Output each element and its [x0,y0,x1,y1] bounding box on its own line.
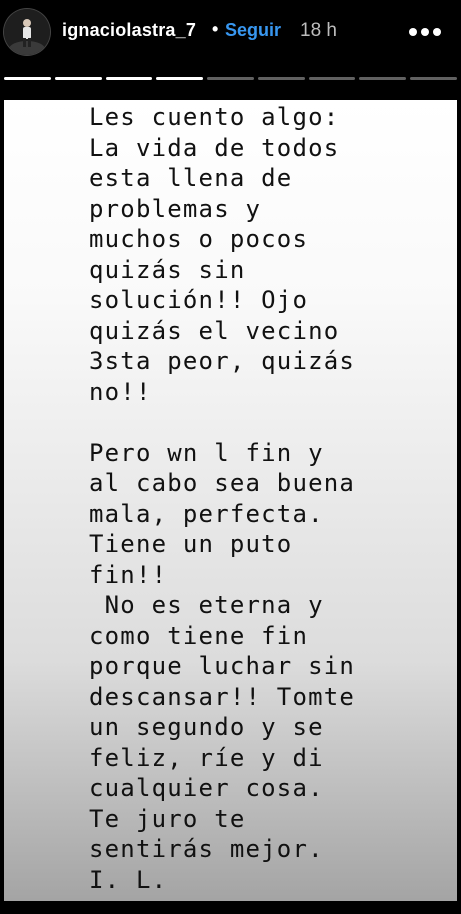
profile-photo-icon [4,9,50,55]
story-content[interactable]: Les cuento algo: La vida de todos esta l… [4,100,457,901]
follow-button[interactable]: Seguir [225,20,281,41]
timestamp: 18 h [300,20,337,41]
progress-segment [410,77,458,80]
story-progress-bar [4,77,458,81]
avatar[interactable] [4,9,50,55]
username[interactable]: ignaciolastra_7 [62,20,196,41]
progress-segment [105,77,153,80]
progress-segment [207,77,254,80]
progress-segment [4,77,51,80]
progress-segment [308,77,356,80]
more-horizontal-icon [409,28,441,36]
progress-segment [359,77,407,80]
more-options-button[interactable] [405,18,445,46]
progress-segment [54,77,102,80]
story-text: Les cuento algo: La vida de todos esta l… [89,103,356,894]
separator-dot: • [212,19,219,39]
progress-segment [257,77,305,80]
story-header: ignaciolastra_7 • Seguir 18 h [0,0,461,66]
progress-segment [156,77,204,80]
